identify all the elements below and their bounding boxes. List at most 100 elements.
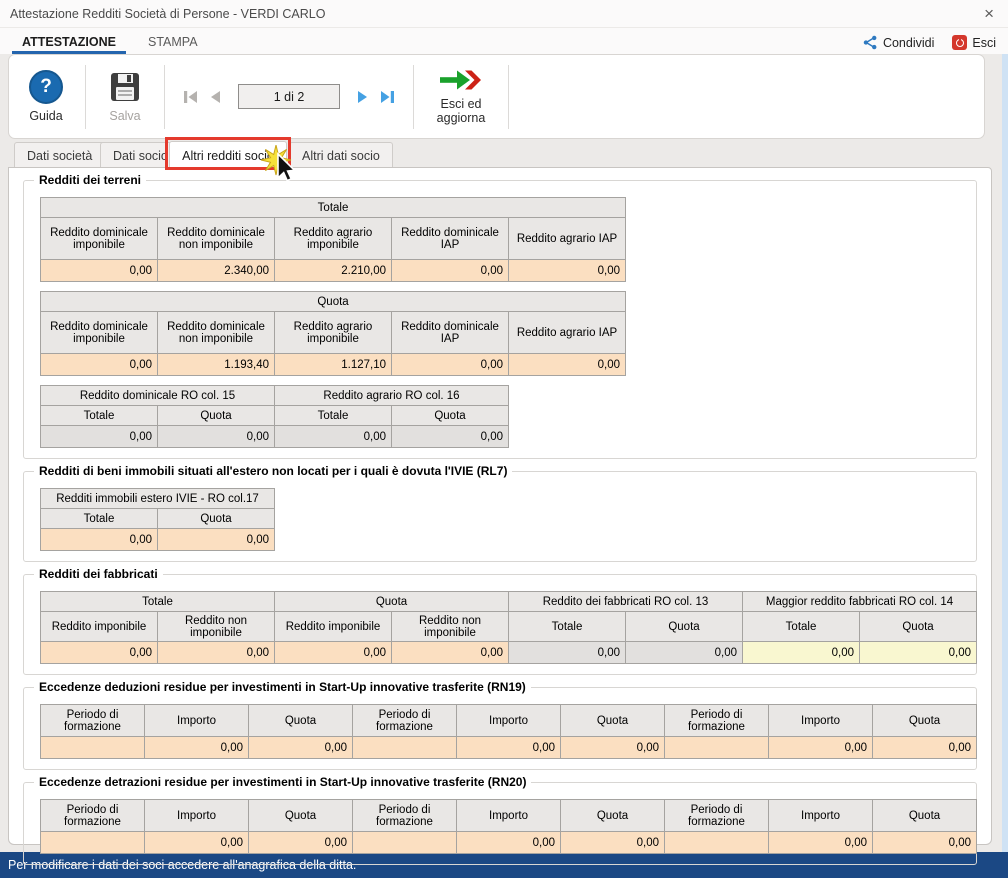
group-rn19: Eccedenze deduzioni residue per investim… [23,687,977,770]
column-group-header: Reddito dei fabbricati RO col. 13 [509,592,743,612]
value-field[interactable]: 2.340,00 [158,260,275,282]
share-icon [863,35,878,50]
esci-label: Esci [972,36,996,50]
tab-attestazione[interactable]: ATTESTAZIONE [12,31,126,54]
terreni-quota-table: Quota Reddito dominicale imponibile Redd… [40,291,626,376]
nav-last-button[interactable] [378,88,397,106]
column-header: Importo [769,800,873,832]
value-field[interactable]: 0,00 [41,260,158,282]
value-field[interactable]: 1.127,10 [275,354,392,376]
tab-dati-societa[interactable]: Dati società [14,142,105,168]
condividi-label: Condividi [883,36,934,50]
value-field[interactable]: 0,00 [860,642,977,664]
toolbar-separator [413,65,414,129]
value-field[interactable]: 0,00 [769,832,873,854]
tab-stampa[interactable]: STAMPA [138,31,208,54]
value-field-disabled: 0,00 [158,426,275,448]
value-field[interactable]: 0,00 [145,832,249,854]
value-field[interactable]: 0,00 [249,737,353,759]
value-field[interactable]: 0,00 [392,354,509,376]
page-indicator[interactable]: 1 di 2 [238,84,340,109]
tab-altri-dati-socio[interactable]: Altri dati socio [289,142,393,168]
column-header: Reddito non imponibile [392,612,509,642]
column-header: Quota [561,800,665,832]
column-header: Reddito non imponibile [158,612,275,642]
value-field-disabled: 0,00 [41,426,158,448]
value-field[interactable]: 0,00 [873,737,977,759]
value-field[interactable]: 0,00 [509,354,626,376]
terreni-ro-table: Reddito dominicale RO col. 15 Reddito ag… [40,385,509,448]
column-header: Importo [145,800,249,832]
value-field[interactable]: 0,00 [392,260,509,282]
value-field[interactable]: 0,00 [249,832,353,854]
column-group-header: Reddito agrario RO col. 16 [275,386,509,406]
guida-button[interactable]: ? Guida [15,66,77,127]
tab-altri-redditi-socio[interactable]: Altri redditi socio [169,141,287,169]
tab-altri-redditi-socio-label: Altri redditi socio [182,149,274,163]
toolbar-separator [508,65,509,129]
column-header: Quota [392,406,509,426]
column-group-header: Totale [41,592,275,612]
value-field[interactable]: 0,00 [275,642,392,664]
value-field[interactable]: 0,00 [457,737,561,759]
window-title: Attestazione Redditi Società di Persone … [10,7,980,21]
column-header: Reddito imponibile [275,612,392,642]
value-field[interactable]: 0,00 [41,529,158,551]
close-icon[interactable]: × [980,5,998,22]
value-field[interactable] [41,737,145,759]
salva-button[interactable]: Salva [94,66,156,127]
group-ivie: Redditi di beni immobili situati all'est… [23,471,977,562]
value-field[interactable]: 0,00 [561,737,665,759]
group-redditi-terreni: Redditi dei terreni Totale Reddito domin… [23,180,977,459]
value-field[interactable]: 1.193,40 [158,354,275,376]
value-field[interactable] [41,832,145,854]
column-header: Totale [275,406,392,426]
content-panel: Redditi dei terreni Totale Reddito domin… [8,167,992,845]
tab-dati-societa-label: Dati società [27,149,92,163]
column-header: Importo [145,705,249,737]
nav-first-button[interactable] [181,88,200,106]
value-field[interactable]: 0,00 [743,642,860,664]
column-header: Reddito agrario imponibile [275,312,392,354]
column-header: Quota [158,509,275,529]
column-header: Periodo di formazione [353,800,457,832]
record-navigator: 1 di 2 [173,84,405,109]
condividi-button[interactable]: Condividi [863,35,934,50]
exit-update-arrows-icon [438,68,484,92]
esci-aggiorna-button[interactable]: Esci ed aggiorna [422,64,500,130]
value-field[interactable]: 0,00 [158,529,275,551]
value-field[interactable]: 0,00 [145,737,249,759]
column-header: Periodo di formazione [41,705,145,737]
value-field[interactable]: 0,00 [158,642,275,664]
column-group-header: Quota [275,592,509,612]
column-header: Totale [509,612,626,642]
terreni-totale-table: Totale Reddito dominicale imponibile Red… [40,197,626,282]
value-field[interactable] [353,737,457,759]
esci-button[interactable]: Esci [952,35,996,50]
value-field[interactable]: 0,00 [457,832,561,854]
value-field[interactable]: 0,00 [561,832,665,854]
value-field[interactable]: 0,00 [873,832,977,854]
column-header: Quota [249,800,353,832]
column-header: Reddito dominicale imponibile [41,218,158,260]
nav-previous-button[interactable] [207,88,223,106]
toolbar-separator [164,65,165,129]
column-header: Totale [743,612,860,642]
nav-next-button[interactable] [355,88,371,106]
value-field[interactable]: 0,00 [392,642,509,664]
column-header: Quota [561,705,665,737]
esci-aggiorna-label: Esci ed aggiorna [430,97,492,126]
title-bar: Attestazione Redditi Società di Persone … [0,0,1008,28]
value-field[interactable] [665,832,769,854]
value-field[interactable]: 0,00 [41,354,158,376]
value-field[interactable] [665,737,769,759]
group-title: Redditi di beni immobili situati all'est… [34,464,512,478]
value-field[interactable]: 2.210,00 [275,260,392,282]
column-header: Reddito dominicale IAP [392,218,509,260]
value-field[interactable] [353,832,457,854]
value-field[interactable]: 0,00 [509,260,626,282]
column-header: Periodo di formazione [41,800,145,832]
value-field-disabled: 0,00 [509,642,626,664]
value-field[interactable]: 0,00 [41,642,158,664]
value-field[interactable]: 0,00 [769,737,873,759]
